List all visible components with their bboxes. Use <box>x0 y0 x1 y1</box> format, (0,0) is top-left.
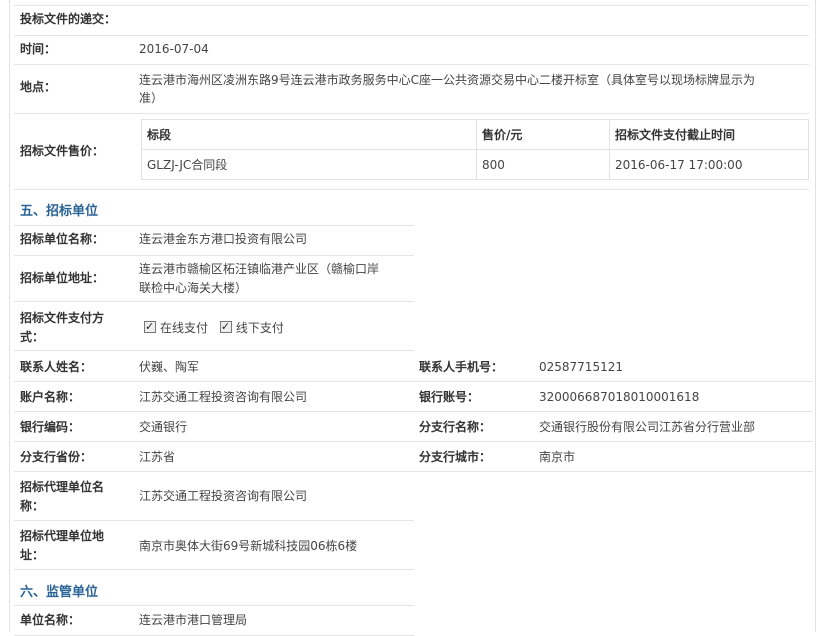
section6-title: 六、监管单位 <box>20 585 99 600</box>
pay-online-checkbox[interactable] <box>144 318 156 336</box>
contact-label: 联系人姓名： <box>20 360 93 374</box>
agent-label-line1: 招标代理单位名 <box>20 480 105 494</box>
province-value: 江苏省 <box>139 450 176 464</box>
account-name-value: 江苏交通工程投资咨询有限公司 <box>139 390 308 404</box>
bank-code-label: 银行编码： <box>20 420 81 434</box>
pay-options: 在线支付 线下支付 <box>144 318 292 337</box>
location-value-line2: 准） <box>139 91 164 105</box>
table-row: GLZJ-JC合同段 800 2016-06-17 17:00:00 <box>141 149 809 180</box>
price-cell-section: GLZJ-JC合同段 <box>141 149 477 180</box>
tenderer-name-value: 连云港金东方港口投资有限公司 <box>139 232 308 246</box>
city-value: 南京市 <box>539 450 576 464</box>
row-contact <box>14 352 813 382</box>
time-value: 2016-07-04 <box>139 42 209 56</box>
bank-code-value: 交通银行 <box>139 420 188 434</box>
phone-label: 联系人手机号： <box>419 360 504 374</box>
account-no-value: 32000668701801000161​8 <box>539 390 700 404</box>
time-label: 时间： <box>20 42 57 56</box>
agent-addr-label-line1: 招标代理单位地 <box>20 529 105 543</box>
section5-title: 五、招标单位 <box>20 204 99 219</box>
supervisor-label: 单位名称： <box>20 613 81 627</box>
price-col-section: 标段 <box>141 119 477 150</box>
price-col-deadline: 招标文件支付截止时间 <box>609 119 809 150</box>
pay-offline-checkbox[interactable] <box>219 318 232 336</box>
branch-value: 交通银行股份有限公司江苏省分行营业部 <box>539 420 756 434</box>
account-name-label: 账户名称： <box>20 390 81 404</box>
city-label: 分支行城市： <box>419 450 492 464</box>
tenderer-addr-line2: 联检中心海关大楼） <box>139 281 248 295</box>
pay-online-option[interactable]: 在线支付 <box>144 318 209 337</box>
pay-offline-option[interactable]: 线下支付 <box>219 318 284 337</box>
agent-addr-value: 南京市奥体大街69号新城科技园06栋6楼 <box>139 539 358 553</box>
row-submission <box>14 5 809 36</box>
branch-label: 分支行名称： <box>419 420 492 434</box>
row-province <box>14 442 813 472</box>
location-value-line1: 连云港市海州区凌洲东路9号连云港市政务服务中心C座一公共资源交易中心二楼开标室（… <box>139 73 756 87</box>
price-cell-price: 800 <box>476 149 610 180</box>
price-cell-deadline: 2016-06-17 17:00:00 <box>609 149 809 180</box>
price-label: 招标文件售价： <box>20 144 105 158</box>
agent-value: 江苏交通工程投资咨询有限公司 <box>139 489 308 503</box>
account-no-label: 银行账号： <box>419 390 480 404</box>
pay-label-line2: 式： <box>20 330 45 344</box>
price-table-header: 标段 售价/元 招标文件支付截止时间 <box>141 119 809 150</box>
location-label: 地点： <box>20 80 57 94</box>
tenderer-addr-line1: 连云港市赣榆区柘汪镇临港产业区（赣榆口岸 <box>139 262 380 276</box>
tenderer-addr-label: 招标单位地址： <box>20 271 105 285</box>
supervisor-value: 连云港市港口管理局 <box>139 613 248 627</box>
contact-value: 伏巍、陶军 <box>139 360 200 374</box>
agent-addr-label-line2: 址： <box>20 548 45 562</box>
price-col-price: 售价/元 <box>476 119 610 150</box>
pay-offline-label: 线下支付 <box>235 321 284 335</box>
province-label: 分支行省份： <box>20 450 93 464</box>
tenderer-name-label: 招标单位名称： <box>20 232 105 246</box>
price-table: 标段 售价/元 招标文件支付截止时间 GLZJ-JC合同段 800 2016-0… <box>141 119 809 180</box>
row-time <box>14 35 809 65</box>
pay-label-line1: 招标文件支付方 <box>20 311 105 325</box>
phone-value: 02587715121 <box>539 360 623 374</box>
submission-label: 投标文件的递交： <box>20 12 117 26</box>
pay-online-label: 在线支付 <box>160 321 209 335</box>
agent-label-line2: 称： <box>20 499 45 513</box>
